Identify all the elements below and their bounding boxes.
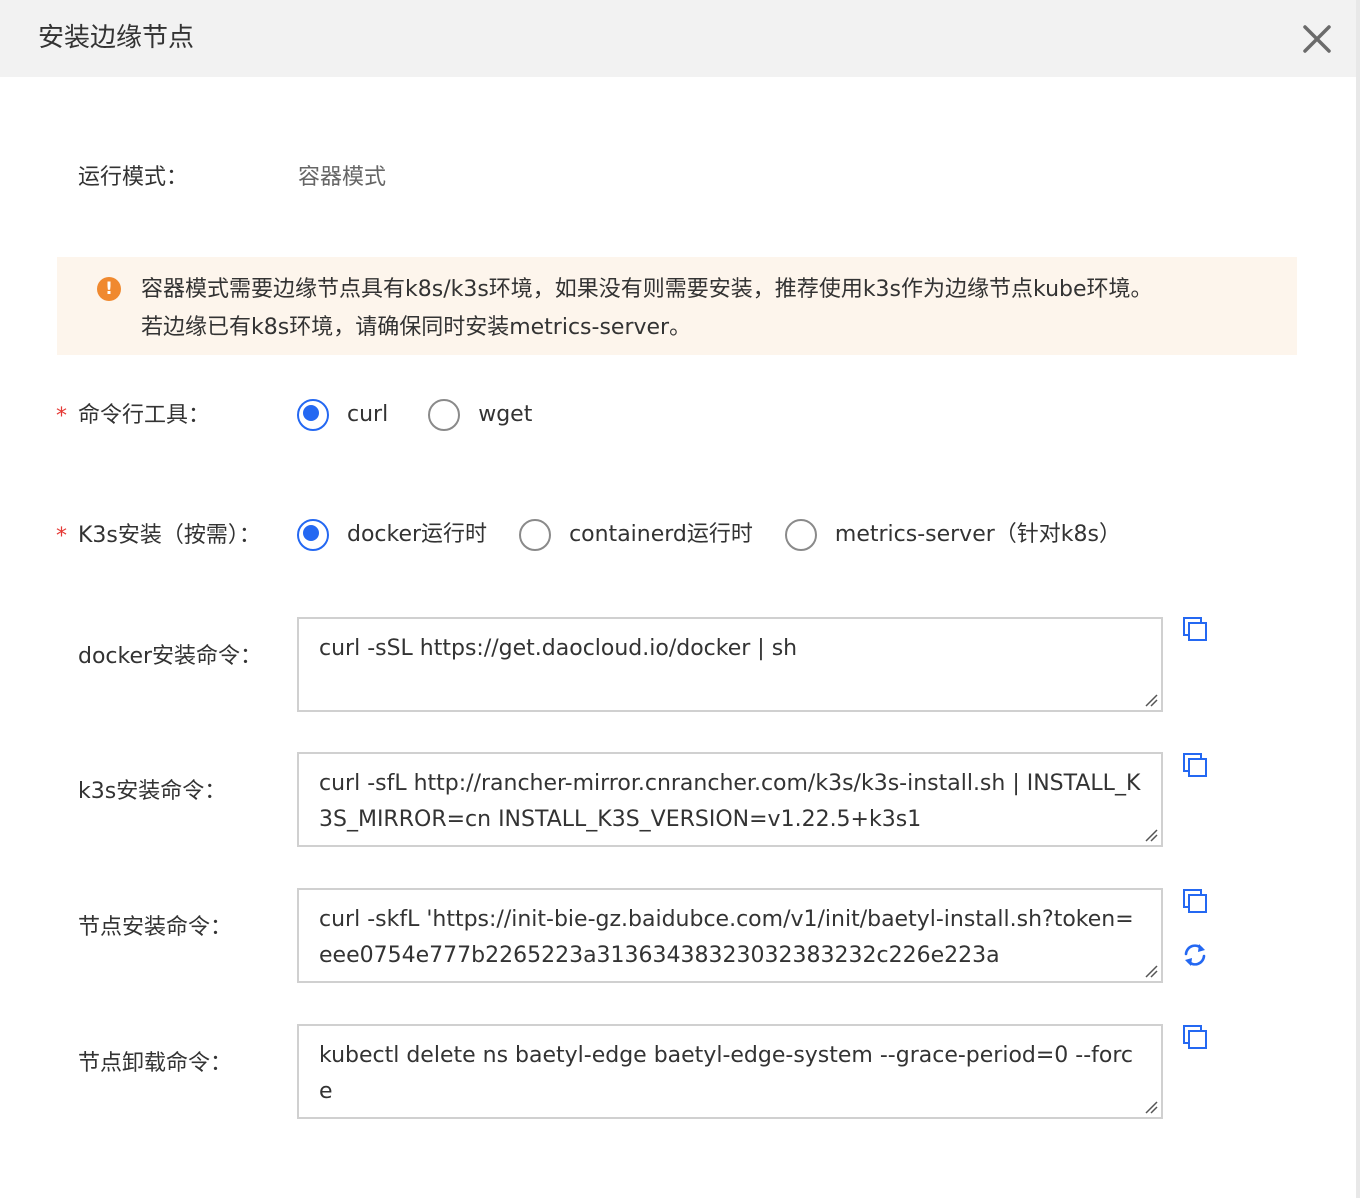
resize-handle-icon[interactable] <box>1144 828 1158 842</box>
radio-label: metrics-server（针对k8s） <box>834 522 1121 547</box>
radio-label: wget <box>478 402 533 427</box>
radio-docker-runtime[interactable]: docker运行时 <box>297 519 487 551</box>
docker-command-label: docker安装命令： <box>78 644 263 669</box>
dialog-header: 安装边缘节点 <box>0 0 1356 77</box>
radio-containerd-runtime[interactable]: containerd运行时 <box>519 519 753 551</box>
k3s-command-label: k3s安装命令： <box>78 779 227 804</box>
radio-wget[interactable]: wget <box>428 399 532 431</box>
radio-metrics-server[interactable]: metrics-server（针对k8s） <box>784 519 1121 551</box>
dialog-title: 安装边缘节点 <box>38 23 195 53</box>
copy-icon[interactable] <box>1182 616 1208 642</box>
required-mark: * <box>56 404 67 429</box>
notice-box: ! 容器模式需要边缘节点具有k8s/k3s环境，如果没有则需要安装，推荐使用k3… <box>57 257 1297 355</box>
radio-dot[interactable] <box>297 399 329 431</box>
radio-dot[interactable] <box>297 519 329 551</box>
node-uninstall-command-text: kubectl delete ns baetyl-edge baetyl-edg… <box>319 1043 1134 1104</box>
notice-line-1: 容器模式需要边缘节点具有k8s/k3s环境，如果没有则需要安装，推荐使用k3s作… <box>141 277 1153 302</box>
required-mark: * <box>56 524 67 549</box>
radio-curl[interactable]: curl <box>297 399 388 431</box>
docker-command-textarea[interactable]: curl -sSL https://get.daocloud.io/docker… <box>297 617 1163 712</box>
notice-line-2: 若边缘已有k8s环境，请确保同时安装metrics-server。 <box>141 315 692 340</box>
radio-label: docker运行时 <box>347 522 488 547</box>
k3s-install-label: K3s安装（按需）： <box>78 523 261 548</box>
run-mode-label: 运行模式： <box>78 165 189 190</box>
node-uninstall-command-label: 节点卸载命令： <box>78 1051 233 1076</box>
node-install-command-text: curl -skfL 'https://init-bie-gz.baidubce… <box>319 907 1134 968</box>
k3s-command-text: curl -sfL http://rancher-mirror.cnranche… <box>319 771 1141 832</box>
k3s-install-radio-group: docker运行时 containerd运行时 metrics-server（针… <box>297 519 1151 551</box>
radio-dot[interactable] <box>784 519 817 551</box>
scrollbar-track[interactable] <box>1356 0 1360 1198</box>
refresh-icon[interactable] <box>1182 942 1208 968</box>
notice-text: 容器模式需要边缘节点具有k8s/k3s环境，如果没有则需要安装，推荐使用k3s作… <box>141 271 1153 347</box>
docker-command-text: curl -sSL https://get.daocloud.io/docker… <box>319 636 798 661</box>
copy-icon[interactable] <box>1182 1024 1208 1050</box>
warning-icon: ! <box>97 277 121 301</box>
cli-tool-radio-group: curl wget <box>297 399 562 431</box>
close-icon[interactable] <box>1300 22 1334 56</box>
copy-icon[interactable] <box>1182 888 1208 914</box>
resize-handle-icon[interactable] <box>1144 693 1158 707</box>
radio-dot[interactable] <box>428 399 461 431</box>
node-uninstall-command-textarea[interactable]: kubectl delete ns baetyl-edge baetyl-edg… <box>297 1024 1163 1119</box>
node-install-command-textarea[interactable]: curl -skfL 'https://init-bie-gz.baidubce… <box>297 888 1163 983</box>
run-mode-value: 容器模式 <box>298 165 387 190</box>
cli-tool-label: 命令行工具： <box>78 403 211 428</box>
resize-handle-icon[interactable] <box>1144 1100 1158 1114</box>
radio-label: curl <box>347 402 389 427</box>
node-install-command-label: 节点安装命令： <box>78 915 233 940</box>
k3s-command-textarea[interactable]: curl -sfL http://rancher-mirror.cnranche… <box>297 752 1163 847</box>
copy-icon[interactable] <box>1182 752 1208 778</box>
radio-label: containerd运行时 <box>569 522 753 547</box>
resize-handle-icon[interactable] <box>1144 964 1158 978</box>
radio-dot[interactable] <box>519 519 552 551</box>
